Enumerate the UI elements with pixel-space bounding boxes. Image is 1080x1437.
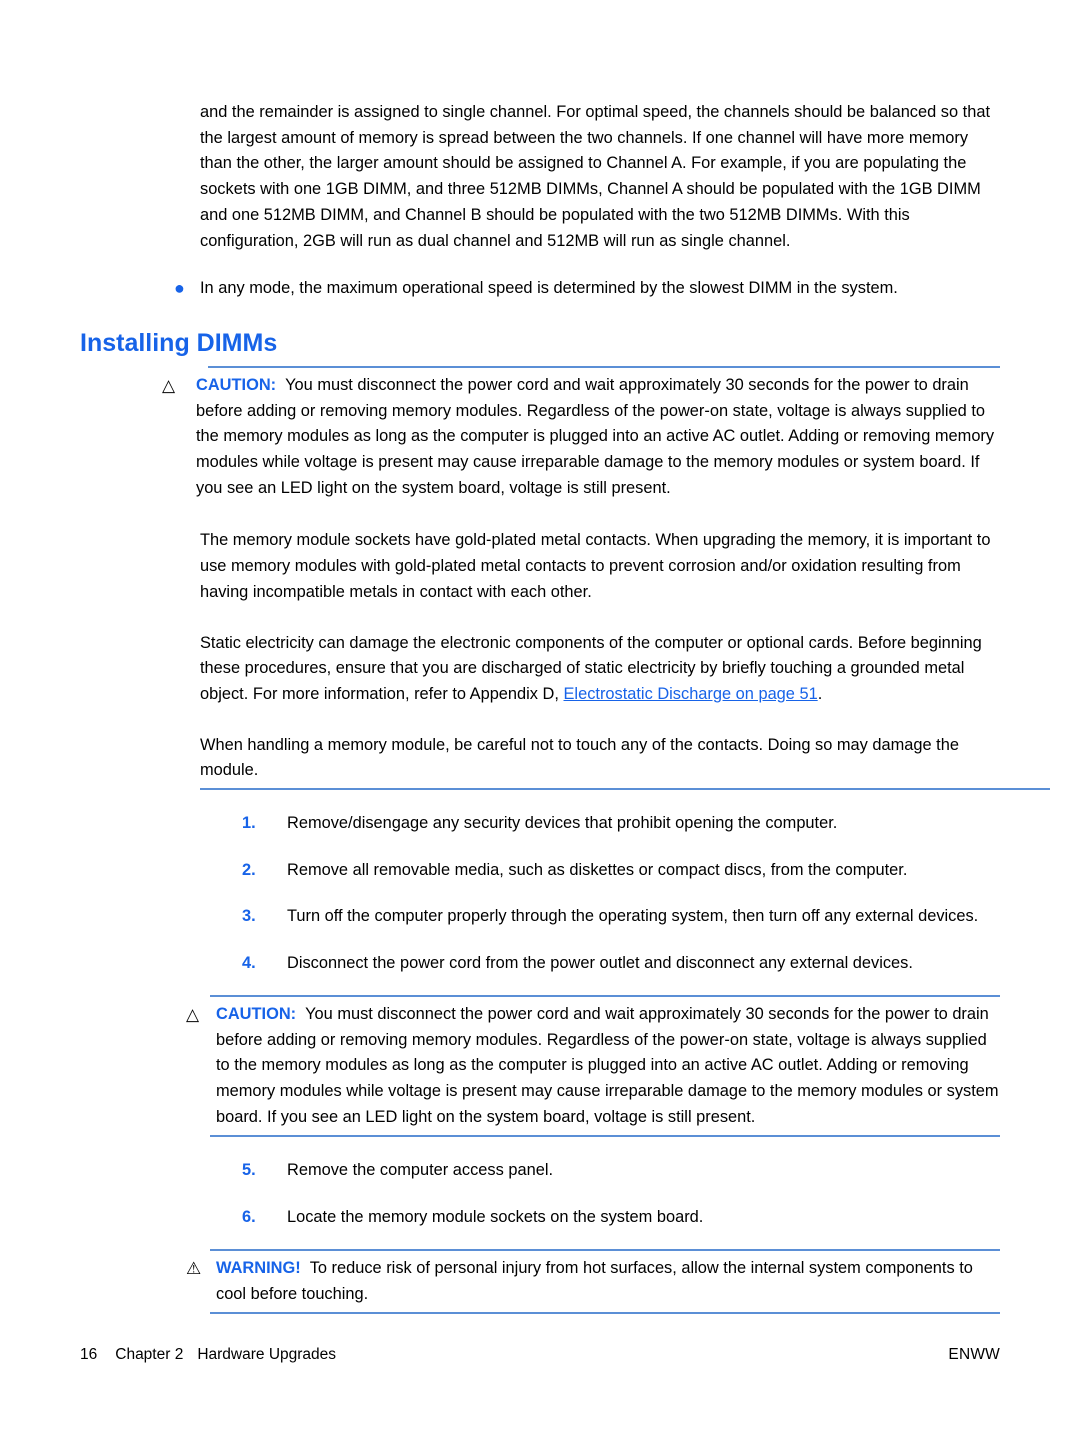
page-content: and the remainder is assigned to single … [80, 100, 1050, 1315]
caution-triangle-icon: △ [162, 375, 176, 395]
paragraph-handling-module: When handling a memory module, be carefu… [200, 735, 959, 780]
step-text: Remove/disengage any security devices th… [287, 814, 838, 833]
caution-box-2-bottom-rule [210, 1135, 1000, 1138]
caution-box-2-text: CAUTION: You must disconnect the power co… [216, 1002, 1000, 1131]
caution-body: You must disconnect the power cord and w… [196, 375, 995, 497]
caution-box-1: △ CAUTION: You must disconnect the power … [150, 365, 1000, 504]
page-title: Installing DIMMs [80, 328, 278, 357]
footer-enww-label: ENWW [948, 1346, 1000, 1363]
step-number: 4. [242, 954, 256, 973]
step-text: Remove the computer access panel. [287, 1161, 554, 1180]
warning-box-bottom-rule [210, 1312, 1000, 1315]
bullet-list-item: ● In any mode, the maximum operational s… [170, 276, 1000, 302]
intro-paragraph: and the remainder is assigned to single … [200, 103, 990, 250]
warning-body: To reduce risk of personal injury from h… [216, 1258, 973, 1303]
step-number: 5. [242, 1161, 256, 1180]
caution-box-2: △ CAUTION: You must disconnect the power … [180, 994, 1000, 1138]
caution-triangle-icon: △ [186, 1004, 200, 1024]
document-page: and the remainder is assigned to single … [0, 0, 1080, 1437]
page-footer: 16 Chapter 2 Hardware Upgrades ENWW [80, 1346, 1000, 1364]
step-text: Turn off the computer properly through t… [287, 907, 979, 926]
paragraph-gold-plated-contacts: The memory module sockets have gold-plat… [200, 531, 991, 601]
footer-left-group: 16 Chapter 2 Hardware Upgrades [80, 1346, 336, 1364]
step-item-1: 1. Remove/disengage any security devices… [150, 811, 1000, 837]
bullet-item-text: In any mode, the maximum operational spe… [200, 279, 898, 298]
step-number: 6. [242, 1208, 256, 1227]
step-number: 3. [242, 907, 256, 926]
footer-chapter-label: Chapter 2 [115, 1346, 184, 1363]
caution-label: CAUTION: [216, 1004, 297, 1023]
electrostatic-discharge-link[interactable]: Electrostatic Discharge on page 51 [564, 685, 818, 703]
step-text: Locate the memory module sockets on the … [287, 1208, 704, 1227]
caution-body: You must disconnect the power cord and w… [216, 1004, 999, 1126]
section-heading-wrap: Installing DIMMs [80, 328, 1000, 358]
step-item-2: 2. Remove all removable media, such as d… [150, 858, 1000, 884]
footer-chapter-title: Hardware Upgrades [197, 1346, 337, 1363]
step-number: 2. [242, 860, 256, 879]
step-item-6: 6. Locate the memory module sockets on t… [150, 1205, 1000, 1231]
warning-box-text: WARNING! To reduce risk of personal injur… [216, 1256, 1000, 1307]
step-item-3: 3. Turn off the computer properly throug… [150, 904, 1000, 930]
step-item-5: 5. Remove the computer access panel. [150, 1158, 1000, 1184]
paragraph-static-electricity-after-link: . [817, 684, 823, 703]
bullet-marker-icon: ● [174, 278, 185, 299]
step-text: Remove all removable media, such as disk… [287, 860, 908, 879]
caution-box-1-text: CAUTION: You must disconnect the power co… [196, 373, 1000, 502]
step-item-4: 4. Disconnect the power cord from the po… [150, 951, 1000, 977]
caution-label: CAUTION: [196, 375, 277, 394]
warning-box: ⚠ WARNING! To reduce risk of personal inj… [180, 1248, 1000, 1315]
step-number: 1. [242, 814, 256, 833]
paragraph-static-electricity: Static electricity can damage the electr… [200, 631, 1000, 708]
step-text: Disconnect the power cord from the power… [287, 954, 913, 973]
footer-page-number: 16 [80, 1346, 98, 1363]
warning-label: WARNING! [216, 1258, 301, 1277]
section-separator-rule [200, 788, 1050, 791]
warning-triangle-icon: ⚠ [186, 1258, 202, 1278]
